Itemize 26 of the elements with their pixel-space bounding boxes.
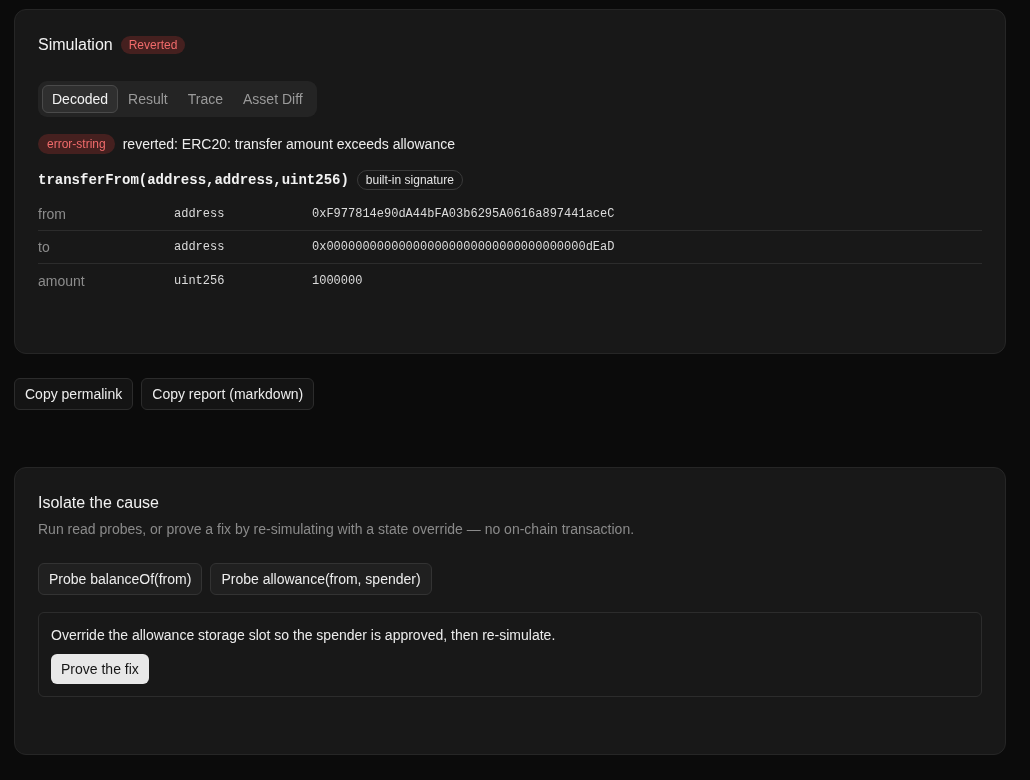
param-type: address xyxy=(174,207,226,221)
tab[interactable]: Decoded xyxy=(42,85,119,113)
fix-description: Override the allowance storage slot so the spender is approved, then re-simulate. xyxy=(51,626,557,645)
section-title: Isolate the cause xyxy=(38,493,160,513)
tab[interactable]: Asset Diff xyxy=(233,85,313,113)
copy-button[interactable]: Copy permalink xyxy=(14,378,134,410)
status-badge: Reverted xyxy=(120,36,186,54)
param-type: uint256 xyxy=(174,273,226,288)
param-name: from xyxy=(38,206,67,222)
param-value: 1000000 xyxy=(312,273,364,288)
param-type: address xyxy=(174,240,226,254)
param-value: 0xF977814e90dA44bFA03b6295A0616a897441aceC xyxy=(312,207,616,221)
function-signature: transferFrom(address,address,uint256) xyxy=(38,171,349,190)
error-tag: error-string xyxy=(38,134,115,154)
param-value: 0x000000000000000000000000000000000000dEaD xyxy=(312,240,616,254)
tab[interactable]: Result xyxy=(118,85,178,113)
probe-button[interactable]: Probe allowance(from, spender) xyxy=(210,563,432,595)
tab[interactable]: Trace xyxy=(177,85,233,113)
section-title: Simulation xyxy=(38,35,113,55)
param-name: amount xyxy=(38,272,86,289)
param-name: to xyxy=(38,239,51,255)
prove-fix-button[interactable]: Prove the fix xyxy=(51,654,149,684)
section-description: Run read probes, or prove a fix by re-simulating with a state override — no on-chain transaction. xyxy=(38,520,636,539)
copy-button[interactable]: Copy report (markdown) xyxy=(141,378,315,410)
error-message: reverted: ERC20: transfer amount exceeds allowance xyxy=(122,135,455,154)
probe-button[interactable]: Probe balanceOf(from) xyxy=(38,563,203,595)
